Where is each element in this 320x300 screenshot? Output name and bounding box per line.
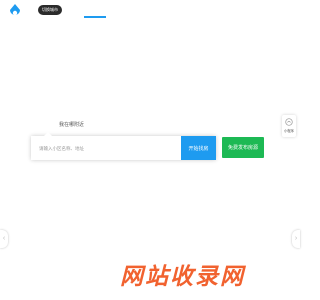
publish-listing-button[interactable]: 免费发布房源	[222, 137, 264, 158]
miniprogram-widget[interactable]: 小程序	[282, 115, 296, 137]
brand-logo-icon[interactable]	[9, 4, 21, 18]
chevron-left-icon[interactable]: ‹	[0, 230, 8, 248]
city-switch-button[interactable]: 切换城市	[38, 5, 62, 15]
miniprogram-label: 小程序	[283, 129, 295, 133]
active-tab-indicator	[84, 16, 106, 18]
watermark: 网站收录网	[120, 264, 245, 290]
search-box: 开始找房	[31, 132, 216, 160]
miniprogram-icon	[285, 118, 293, 126]
search-hint: 我在哪附近	[59, 122, 85, 128]
search-button[interactable]: 开始找房	[181, 136, 216, 160]
chevron-right-icon[interactable]: ›	[292, 230, 300, 248]
search-input[interactable]	[31, 136, 181, 160]
